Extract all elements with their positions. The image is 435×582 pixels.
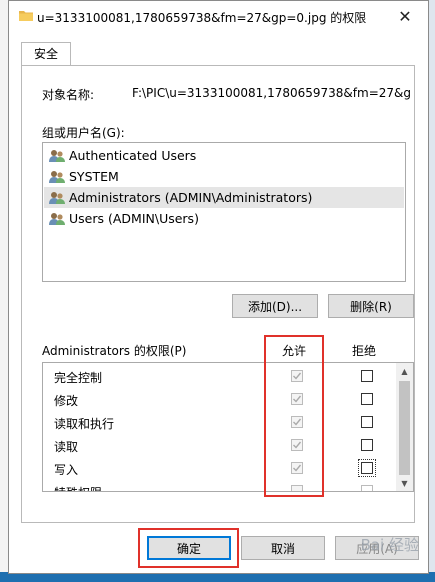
- allow-checkbox[interactable]: [291, 416, 303, 428]
- permission-row: 写入: [43, 457, 397, 480]
- tab-security[interactable]: 安全: [21, 42, 72, 66]
- user-item-label: SYSTEM: [69, 169, 119, 184]
- checkmark-icon: [293, 464, 302, 472]
- object-name-value: F:\PIC\u=3133100081,1780659738&fm=27&gp=: [132, 86, 412, 100]
- user-item-label: Administrators (ADMIN\Administrators): [69, 190, 313, 205]
- checkmark-icon: [293, 418, 302, 426]
- allow-checkbox[interactable]: [291, 393, 303, 405]
- close-icon: ✕: [398, 6, 412, 26]
- permission-row: 读取和执行: [43, 411, 397, 434]
- permissions-scrollbar[interactable]: ▲ ▼: [396, 363, 413, 491]
- background-window-right: [428, 0, 435, 582]
- permission-row: 修改: [43, 388, 397, 411]
- remove-button[interactable]: 删除(R): [328, 294, 414, 318]
- deny-checkbox[interactable]: [358, 459, 376, 477]
- window-title: u=3133100081,1780659738&fm=27&gp=0.jpg 的…: [37, 11, 367, 25]
- permission-name: 读取和执行: [54, 417, 115, 431]
- scrollbar-thumb[interactable]: [399, 381, 410, 475]
- add-button[interactable]: 添加(D)...: [232, 294, 318, 318]
- user-item[interactable]: Users (ADMIN\Users): [44, 208, 404, 229]
- deny-checkbox[interactable]: [361, 393, 373, 405]
- allow-checkbox[interactable]: [291, 462, 303, 474]
- deny-checkbox[interactable]: [361, 439, 373, 451]
- ok-button[interactable]: 确定: [147, 536, 231, 560]
- scroll-down-icon[interactable]: ▼: [396, 475, 413, 491]
- checkmark-icon: [293, 395, 302, 403]
- object-name-label: 对象名称:: [42, 88, 95, 102]
- permissions-label: Administrators 的权限(P): [42, 344, 187, 358]
- permission-row: 读取: [43, 434, 397, 457]
- permission-name: 完全控制: [54, 371, 103, 385]
- scroll-up-icon[interactable]: ▲: [396, 363, 413, 379]
- user-item[interactable]: Authenticated Users: [44, 145, 404, 166]
- permission-name: 写入: [54, 463, 79, 477]
- title-bar: u=3133100081,1780659738&fm=27&gp=0.jpg 的…: [9, 1, 428, 33]
- permission-name: 修改: [54, 394, 79, 408]
- allow-checkbox[interactable]: [291, 370, 303, 382]
- user-item[interactable]: SYSTEM: [44, 166, 404, 187]
- user-item-label: Authenticated Users: [69, 148, 197, 163]
- users-group-icon: [49, 191, 65, 204]
- folder-icon: [19, 11, 33, 21]
- deny-checkbox[interactable]: [361, 485, 373, 491]
- security-panel: 对象名称: F:\PIC\u=3133100081,1780659738&fm=…: [21, 65, 415, 523]
- allow-checkbox[interactable]: [291, 439, 303, 451]
- tab-bar: 安全: [21, 42, 413, 66]
- permission-name: 读取: [54, 440, 79, 454]
- permission-row: 特殊权限: [43, 480, 397, 491]
- permission-name: 特殊权限: [54, 484, 102, 491]
- permission-row: 完全控制: [43, 365, 397, 388]
- watermark-text: Bai 经验: [360, 536, 419, 554]
- group-users-list[interactable]: Authenticated Users SYSTEM Administrator…: [42, 142, 406, 282]
- user-item-selected[interactable]: Administrators (ADMIN\Administrators): [44, 187, 404, 208]
- user-item-label: Users (ADMIN\Users): [69, 211, 199, 226]
- permissions-list: 完全控制 修改 读取和执行 读取 写入 ▲ ▼: [42, 362, 414, 492]
- users-group-icon: [49, 149, 65, 162]
- deny-checkbox[interactable]: [361, 370, 373, 382]
- users-group-icon: [49, 212, 65, 225]
- cancel-button[interactable]: 取消: [241, 536, 325, 560]
- group-users-label: 组或用户名(G):: [42, 126, 125, 140]
- close-button[interactable]: ✕: [388, 3, 422, 29]
- allow-checkbox[interactable]: [291, 485, 303, 491]
- users-group-icon: [49, 170, 65, 183]
- checkmark-icon: [293, 372, 302, 380]
- allow-column-header: 允许: [282, 344, 307, 358]
- checkmark-icon: [293, 441, 302, 449]
- deny-column-header: 拒绝: [352, 344, 377, 358]
- deny-checkbox[interactable]: [361, 416, 373, 428]
- permissions-dialog: u=3133100081,1780659738&fm=27&gp=0.jpg 的…: [8, 0, 429, 574]
